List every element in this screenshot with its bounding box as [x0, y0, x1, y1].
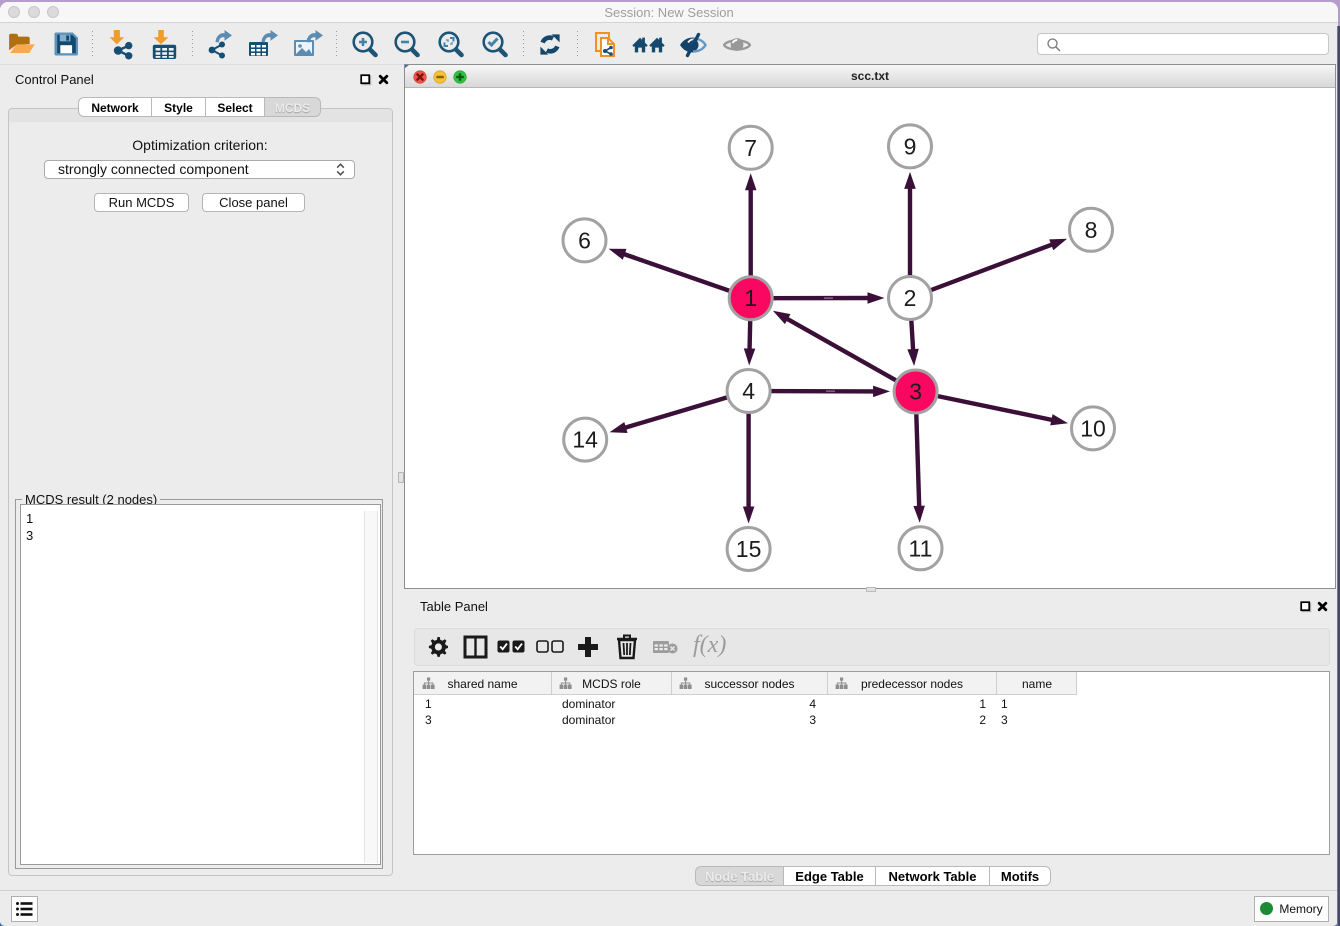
svg-text:3: 3	[909, 379, 922, 405]
svg-text:2: 2	[904, 285, 917, 311]
svg-text:1: 1	[744, 285, 757, 311]
svg-text:8: 8	[1085, 217, 1098, 243]
svg-text:7: 7	[744, 135, 757, 161]
svg-text:14: 14	[572, 427, 598, 453]
svg-text:11: 11	[909, 535, 933, 561]
svg-text:15: 15	[736, 536, 762, 562]
svg-text:9: 9	[904, 133, 917, 159]
svg-text:4: 4	[742, 378, 755, 404]
svg-text:6: 6	[578, 227, 591, 253]
svg-text:10: 10	[1080, 415, 1106, 441]
